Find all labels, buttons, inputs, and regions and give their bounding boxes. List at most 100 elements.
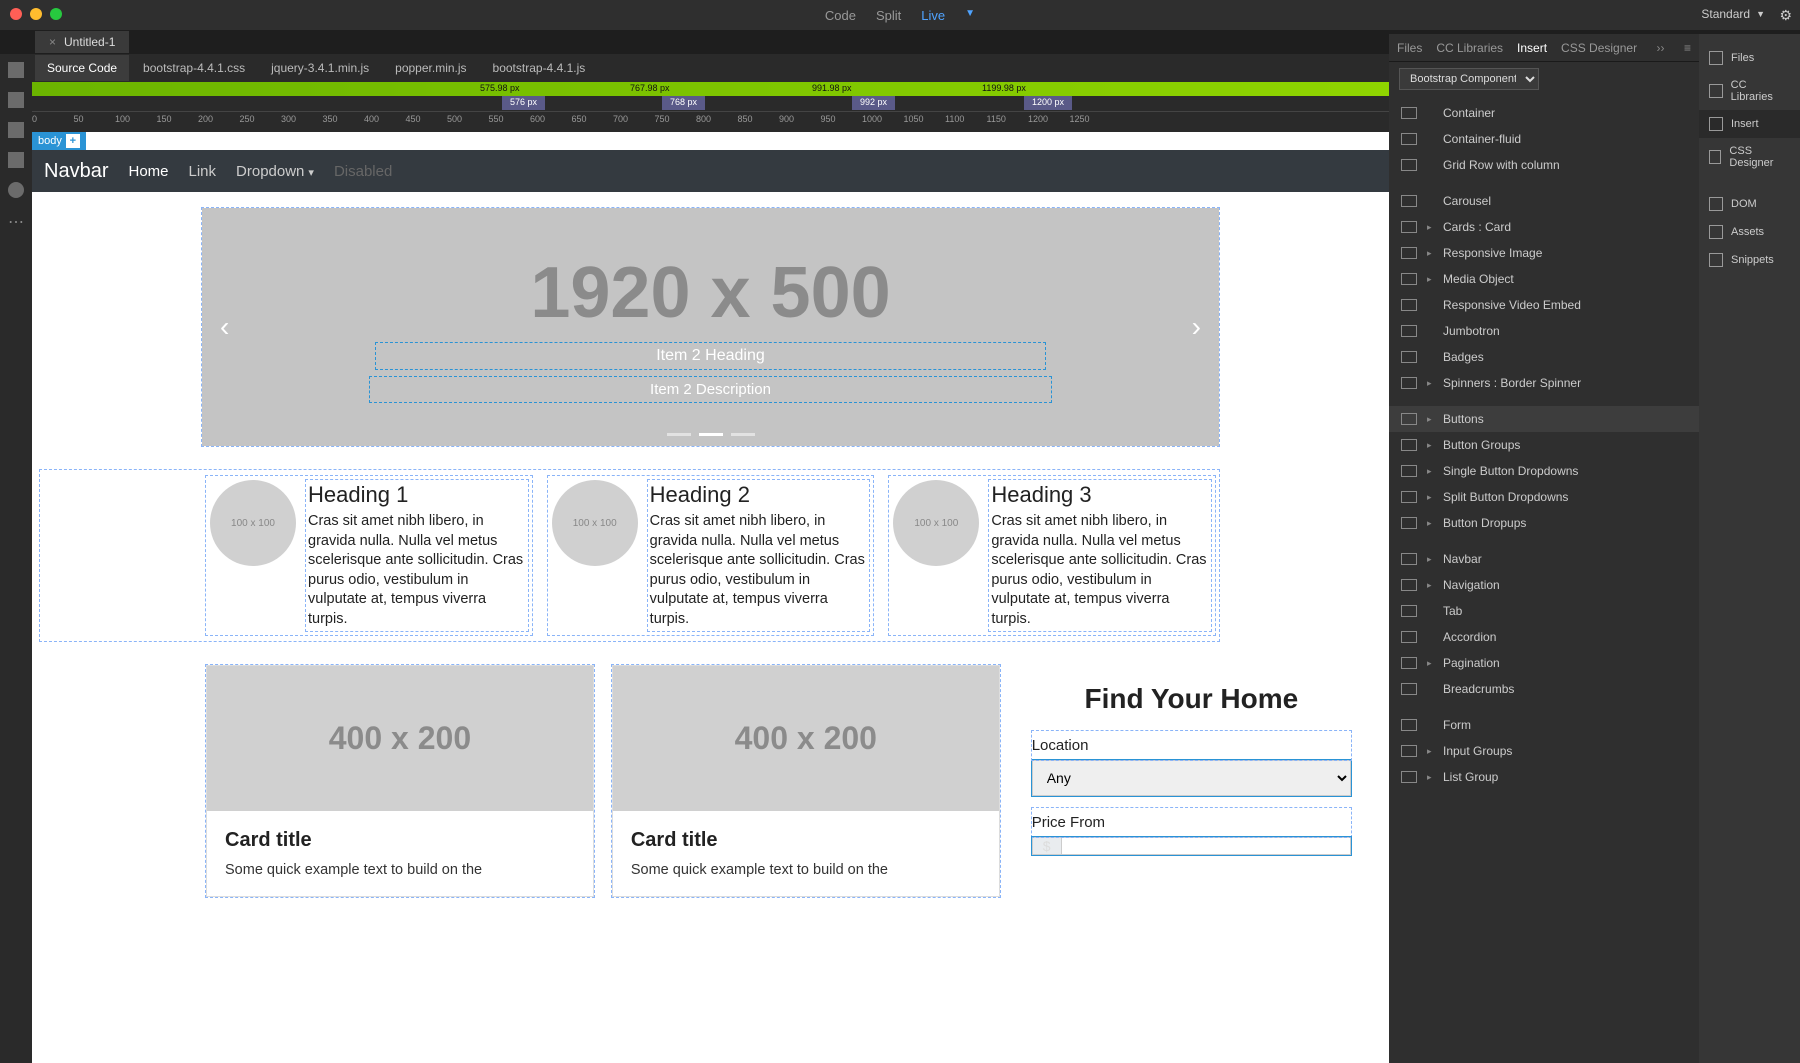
card[interactable]: 400 x 200 Card titleSome quick example t…	[206, 665, 594, 897]
feature-item[interactable]: 100 x 100 Heading 3Cras sit amet nibh li…	[889, 476, 1215, 635]
carousel-indicators[interactable]	[667, 433, 755, 436]
navbar-brand[interactable]: Navbar	[44, 160, 108, 183]
nav-link[interactable]: Link	[189, 163, 217, 180]
breakpoint-marker[interactable]: 992 px	[852, 96, 895, 110]
insert-item[interactable]: Accordion	[1389, 624, 1699, 650]
element-tag-body[interactable]: body +	[32, 132, 86, 150]
close-icon[interactable]	[10, 8, 22, 20]
dock-panel-button[interactable]: Snippets	[1699, 246, 1800, 274]
feature-text[interactable]: Cras sit amet nibh libero, in gravida nu…	[308, 512, 526, 629]
insert-item[interactable]: ▸Single Button Dropdowns	[1389, 458, 1699, 484]
panel-collapse-icon[interactable]: ››	[1657, 41, 1665, 55]
minimize-icon[interactable]	[30, 8, 42, 20]
insert-item[interactable]: ▸Navigation	[1389, 572, 1699, 598]
insert-item[interactable]: Jumbotron	[1389, 318, 1699, 344]
dock-panel-button[interactable]: CSS Designer	[1699, 138, 1800, 176]
workspace-menu[interactable]: Standard ▼	[1701, 7, 1765, 21]
insert-item[interactable]: ▸Pagination	[1389, 650, 1699, 676]
view-split[interactable]: Split	[876, 8, 901, 23]
find-home-form[interactable]: Find Your Home Location Any Price From $	[1018, 665, 1365, 897]
related-file-tab[interactable]: bootstrap-4.4.1.js	[481, 55, 598, 81]
insert-category-select[interactable]: Bootstrap Components	[1399, 68, 1539, 90]
dom-icon[interactable]	[8, 152, 24, 168]
mq-segment[interactable]	[32, 82, 1389, 96]
card-text[interactable]: Some quick example text to build on the	[631, 862, 981, 878]
indicator-dot[interactable]	[699, 433, 723, 436]
panel-menu-icon[interactable]: ≡	[1684, 41, 1691, 55]
css-icon[interactable]	[8, 122, 24, 138]
card[interactable]: 400 x 200 Card titleSome quick example t…	[612, 665, 1000, 897]
insert-category-dropdown[interactable]: Bootstrap Components	[1389, 62, 1699, 96]
card-title[interactable]: Card title	[631, 829, 981, 852]
nav-dropdown[interactable]: Dropdown	[236, 163, 314, 180]
insert-item[interactable]: ▸Input Groups	[1389, 738, 1699, 764]
carousel-description[interactable]: Item 2 Description	[369, 376, 1052, 403]
insert-item[interactable]: Container	[1389, 100, 1699, 126]
panel-tab-insert[interactable]: Insert	[1517, 41, 1547, 55]
insert-item[interactable]: ▸Spinners : Border Spinner	[1389, 370, 1699, 396]
cards-row[interactable]: 400 x 200 Card titleSome quick example t…	[206, 665, 1365, 897]
feature-item[interactable]: 100 x 100 Heading 2Cras sit amet nibh li…	[548, 476, 874, 635]
related-file-tab[interactable]: popper.min.js	[383, 55, 478, 81]
manage-sites-icon[interactable]	[8, 92, 24, 108]
insert-item[interactable]: ▸Buttons	[1389, 406, 1699, 432]
view-live-dropdown-icon[interactable]: ▼	[965, 8, 975, 23]
insert-item[interactable]: Carousel	[1389, 188, 1699, 214]
feature-heading[interactable]: Heading 1	[308, 482, 526, 508]
close-tab-icon[interactable]: ×	[49, 35, 56, 49]
add-element-icon[interactable]: +	[66, 134, 80, 148]
breakpoint-marker[interactable]: 768 px	[662, 96, 705, 110]
location-select[interactable]: Any	[1032, 760, 1351, 796]
insert-item[interactable]: Grid Row with column	[1389, 152, 1699, 178]
insert-item[interactable]: Container-fluid	[1389, 126, 1699, 152]
dock-panel-button[interactable]: Files	[1699, 44, 1800, 72]
feature-heading[interactable]: Heading 2	[650, 482, 868, 508]
gear-icon[interactable]: ⚙	[1779, 7, 1792, 24]
indicator-dot[interactable]	[667, 433, 691, 436]
design-surface[interactable]: body + Navbar Home Link Dropdown Disable…	[32, 132, 1389, 1063]
more-tools-icon[interactable]: ⋯	[8, 212, 24, 232]
insert-item[interactable]: Tab	[1389, 598, 1699, 624]
document-tab[interactable]: × Untitled-1	[35, 31, 129, 53]
insert-item[interactable]: ▸Responsive Image	[1389, 240, 1699, 266]
related-file-tab[interactable]: jquery-3.4.1.min.js	[259, 55, 381, 81]
breakpoint-marker[interactable]: 576 px	[502, 96, 545, 110]
insert-item[interactable]: Form	[1389, 712, 1699, 738]
insert-item[interactable]: Badges	[1389, 344, 1699, 370]
feature-text[interactable]: Cras sit amet nibh libero, in gravida nu…	[650, 512, 868, 629]
indicator-dot[interactable]	[731, 433, 755, 436]
related-file-tab[interactable]: bootstrap-4.4.1.css	[131, 55, 257, 81]
insert-item[interactable]: Responsive Video Embed	[1389, 292, 1699, 318]
dock-panel-button[interactable]: Insert	[1699, 110, 1800, 138]
view-code[interactable]: Code	[825, 8, 856, 23]
dock-panel-button[interactable]: CC Libraries	[1699, 72, 1800, 110]
carousel-prev-icon[interactable]: ‹	[220, 311, 229, 343]
target-icon[interactable]	[8, 182, 24, 198]
view-live[interactable]: Live	[921, 8, 945, 23]
panel-tab-css[interactable]: CSS Designer	[1561, 41, 1637, 55]
insert-item[interactable]: ▸Cards : Card	[1389, 214, 1699, 240]
panel-tab-cc[interactable]: CC Libraries	[1436, 41, 1503, 55]
nav-link-home[interactable]: Home	[128, 163, 168, 180]
breakpoint-marker[interactable]: 1200 px	[1024, 96, 1072, 110]
page-navbar[interactable]: Navbar Home Link Dropdown Disabled	[32, 150, 1389, 192]
feature-text[interactable]: Cras sit amet nibh libero, in gravida nu…	[991, 512, 1209, 629]
card-title[interactable]: Card title	[225, 829, 575, 852]
carousel-next-icon[interactable]: ›	[1192, 311, 1201, 343]
file-icon[interactable]	[8, 62, 24, 78]
price-input-group[interactable]: $	[1032, 837, 1351, 855]
feature-item[interactable]: 100 x 100 Heading 1Cras sit amet nibh li…	[206, 476, 532, 635]
maximize-icon[interactable]	[50, 8, 62, 20]
insert-item[interactable]: ▸Split Button Dropdowns	[1389, 484, 1699, 510]
feature-heading[interactable]: Heading 3	[991, 482, 1209, 508]
features-row[interactable]: 100 x 100 Heading 1Cras sit amet nibh li…	[40, 470, 1219, 641]
card-text[interactable]: Some quick example text to build on the	[225, 862, 575, 878]
dock-panel-button[interactable]: Assets	[1699, 218, 1800, 246]
insert-item[interactable]: ▸List Group	[1389, 764, 1699, 790]
related-file-tab[interactable]: Source Code	[35, 55, 129, 81]
carousel-heading[interactable]: Item 2 Heading	[375, 342, 1046, 370]
dock-panel-button[interactable]: DOM	[1699, 190, 1800, 218]
insert-item[interactable]: ▸Button Groups	[1389, 432, 1699, 458]
insert-item[interactable]: ▸Button Dropups	[1389, 510, 1699, 536]
insert-item[interactable]: ▸Navbar	[1389, 546, 1699, 572]
